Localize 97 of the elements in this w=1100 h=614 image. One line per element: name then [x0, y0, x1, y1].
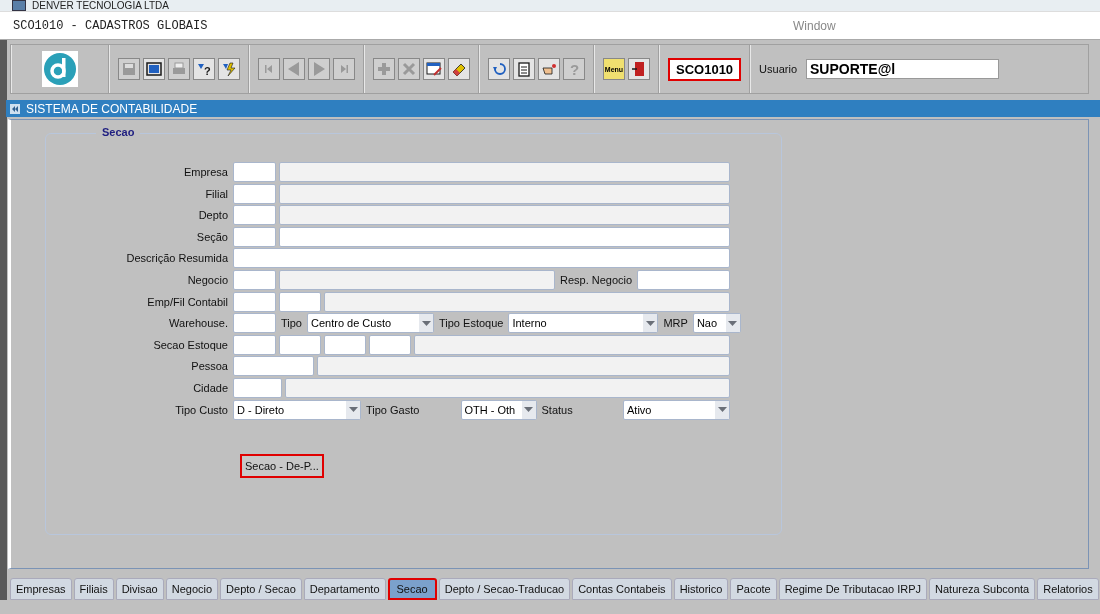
tab[interactable]: Empresas	[10, 578, 72, 600]
undo-icon	[490, 60, 508, 78]
field-label: Tipo	[280, 317, 303, 330]
dropdown[interactable]: Ativo	[623, 399, 730, 420]
tab[interactable]: Regime De Tributacao IRPJ	[778, 578, 927, 600]
section-title: SISTEMA DE CONTABILIDADE	[26, 101, 198, 116]
query-button[interactable]: ?	[193, 58, 215, 80]
tab[interactable]: Negocio	[165, 578, 219, 600]
tab[interactable]: Historico	[673, 578, 729, 600]
app-title: DENVER TECNOLOGIA LTDA	[32, 0, 169, 11]
text-field[interactable]	[233, 313, 276, 334]
text-field[interactable]	[233, 162, 276, 182]
dropdown[interactable]: OTH - Oth	[460, 399, 537, 420]
field-label: Resp. Negocio	[559, 273, 634, 286]
field-label: Seção	[195, 230, 229, 243]
dropdown[interactable]: Nao	[692, 313, 741, 334]
tab[interactable]: Filiais	[73, 578, 114, 600]
field-label: Descrição Resumida	[125, 252, 229, 265]
text-field[interactable]	[369, 334, 411, 355]
text-field[interactable]	[233, 248, 730, 269]
floppy-icon	[120, 60, 138, 78]
lightning-icon	[220, 60, 238, 78]
field-label: Negocio	[186, 273, 229, 286]
field-label: Cidade	[192, 381, 229, 394]
field-label: MRP	[662, 317, 689, 330]
window-icon	[145, 60, 163, 78]
field-label: Depto	[197, 209, 229, 222]
field-label: Filial	[204, 187, 229, 200]
execute-button[interactable]	[218, 58, 240, 80]
edit-form-icon	[425, 60, 443, 78]
tab[interactable]: Pacote	[730, 578, 777, 600]
field-label: Warehouse.	[168, 317, 229, 330]
tab[interactable]: Divisao	[115, 578, 164, 600]
plus-icon	[375, 60, 393, 78]
tab[interactable]: Depto / Secao	[220, 578, 302, 600]
tab[interactable]: Contas Contabeis	[572, 578, 672, 600]
logo-icon	[42, 51, 78, 87]
readonly-field[interactable]	[279, 269, 555, 290]
caret-icon	[346, 400, 360, 419]
window-button[interactable]	[143, 58, 165, 80]
field-label: Tipo Gasto	[365, 403, 421, 416]
caret-icon	[521, 400, 536, 419]
caret-icon	[643, 314, 658, 333]
field-label: Secao Estoque	[152, 338, 229, 351]
form-code: SCO1010	[668, 57, 742, 81]
tab[interactable]: Relatorios	[1037, 578, 1099, 600]
text-field[interactable]	[233, 269, 276, 290]
field-label: Status	[540, 403, 574, 416]
clipboard-button[interactable]	[513, 58, 535, 80]
readonly-field[interactable]	[414, 334, 730, 355]
readonly-field[interactable]	[279, 205, 730, 226]
readonly-field[interactable]	[285, 377, 730, 398]
dropdown[interactable]: D - Direto	[233, 399, 361, 420]
text-field[interactable]	[279, 334, 321, 355]
exit-button[interactable]	[628, 58, 650, 80]
edit-button[interactable]	[423, 58, 445, 80]
text-field[interactable]	[233, 334, 276, 355]
user-field[interactable]: SUPORTE@l	[806, 59, 999, 79]
tab[interactable]: Secao	[387, 578, 437, 600]
window-title: SCO1010 - CADASTROS GLOBAIS	[12, 18, 209, 33]
field-label: Pessoa	[190, 360, 229, 373]
readonly-field[interactable]	[279, 183, 730, 204]
secao-button[interactable]: Secao - De-P...	[240, 454, 324, 479]
field-label: Emp/Fil Contabil	[146, 295, 229, 308]
caret-icon	[725, 314, 740, 333]
text-field[interactable]	[233, 183, 276, 204]
dropdown[interactable]: Centro de Custo	[307, 313, 434, 334]
tab[interactable]: Natureza Subconta	[929, 578, 1036, 600]
erase-button[interactable]	[448, 58, 470, 80]
window-menu[interactable]: Window	[793, 18, 836, 33]
caret-icon	[715, 400, 729, 419]
text-field[interactable]	[279, 291, 321, 312]
readonly-field[interactable]	[279, 162, 730, 182]
user-label: Usuario	[759, 63, 797, 75]
tab[interactable]: Depto / Secao-Traducao	[438, 578, 571, 600]
section-icon	[10, 103, 20, 114]
tab[interactable]: Departamento	[303, 578, 386, 600]
field-label: Empresa	[182, 166, 229, 178]
text-field[interactable]	[233, 226, 276, 247]
text-field[interactable]	[233, 356, 314, 377]
text-field[interactable]	[637, 269, 731, 290]
field-label: Tipo Custo	[174, 403, 229, 416]
text-field[interactable]	[233, 377, 282, 398]
text-field[interactable]	[233, 205, 276, 226]
readonly-field[interactable]	[324, 291, 730, 312]
close-icon	[400, 60, 418, 78]
dropdown[interactable]: Interno	[508, 313, 659, 334]
undo-button[interactable]	[488, 58, 510, 80]
caret-icon	[419, 314, 433, 333]
fieldset-legend: Secao	[96, 126, 141, 138]
text-field[interactable]	[279, 226, 730, 247]
clipboard-icon	[515, 60, 533, 78]
app-icon	[12, 0, 26, 11]
text-field[interactable]	[324, 334, 366, 355]
text-field[interactable]	[233, 291, 276, 312]
field-label: Tipo Estoque	[438, 317, 505, 330]
readonly-field[interactable]	[317, 356, 730, 377]
